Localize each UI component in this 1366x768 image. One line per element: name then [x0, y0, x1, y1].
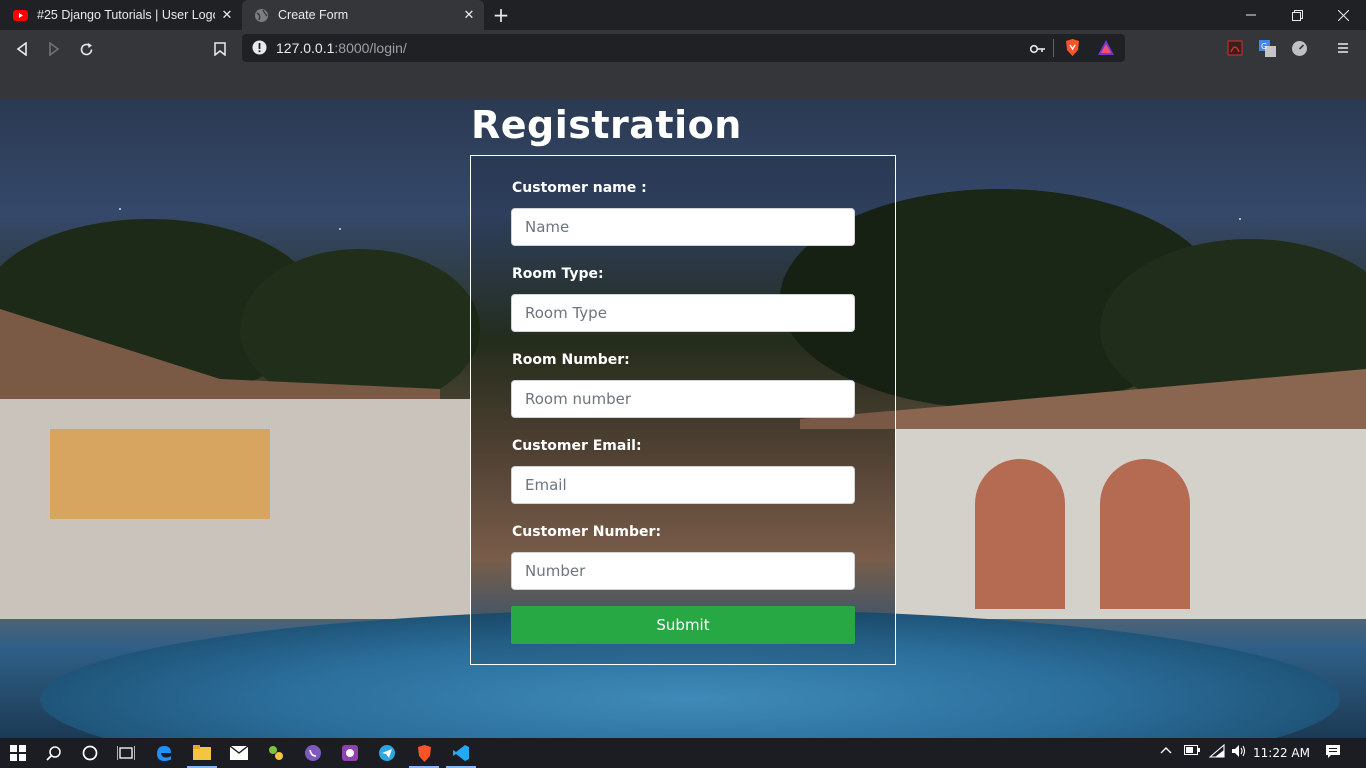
notification-icon[interactable] — [1325, 744, 1341, 762]
windows-taskbar: 11:22 AM — [0, 738, 1366, 768]
key-icon[interactable] — [1029, 41, 1046, 60]
customer-number-label: Customer Number: — [512, 524, 662, 540]
forward-button[interactable] — [43, 38, 65, 60]
url-path: :8000/login/ — [334, 40, 407, 56]
new-tab-button[interactable]: + — [490, 4, 512, 26]
page-viewport: Registration Customer name : Room Type: … — [0, 99, 1366, 738]
svg-text:G: G — [1261, 42, 1267, 51]
windows-start-icon[interactable] — [7, 742, 29, 764]
lit-window — [50, 429, 270, 519]
telegram-icon[interactable] — [376, 742, 398, 764]
tab-title: Create Form — [278, 8, 349, 22]
restore-button[interactable] — [1274, 0, 1320, 30]
app-icon[interactable] — [339, 742, 361, 764]
task-view-icon[interactable] — [115, 742, 137, 764]
customer-name-input[interactable] — [511, 208, 855, 246]
arch — [1100, 459, 1190, 609]
room-type-input[interactable] — [511, 294, 855, 332]
search-icon[interactable] — [43, 742, 65, 764]
youtube-icon — [13, 8, 28, 23]
edge-icon[interactable] — [153, 742, 175, 764]
vscode-icon[interactable] — [450, 742, 472, 764]
close-icon[interactable]: ✕ — [219, 7, 235, 23]
customer-number-input[interactable] — [511, 552, 855, 590]
bookmark-icon[interactable] — [209, 38, 231, 60]
url-host: 127.0.0.1 — [276, 40, 335, 56]
menu-icon[interactable] — [1334, 39, 1352, 57]
tab-youtube[interactable]: #25 Django Tutorials | User Logout ✕ — [0, 0, 242, 30]
submit-button[interactable]: Submit — [511, 606, 855, 644]
mail-icon[interactable] — [228, 742, 250, 764]
divider — [1053, 39, 1054, 57]
tab-strip: #25 Django Tutorials | User Logout ✕ Cre… — [0, 0, 1366, 30]
app-icon[interactable] — [265, 742, 287, 764]
reload-button[interactable] — [75, 38, 97, 60]
battery-icon[interactable] — [1184, 744, 1200, 758]
room-type-label: Room Type: — [512, 266, 604, 282]
customer-email-input[interactable] — [511, 466, 855, 504]
registration-form: Customer name : Room Type: Room Number: … — [470, 155, 896, 665]
volume-icon[interactable] — [1231, 744, 1247, 761]
pdf-extension-icon[interactable] — [1226, 39, 1244, 57]
brave-icon[interactable] — [413, 742, 435, 764]
tab-title: #25 Django Tutorials | User Logout — [37, 8, 215, 22]
translate-extension-icon[interactable]: G — [1258, 39, 1276, 57]
customer-name-label: Customer name : — [512, 180, 647, 196]
cortana-icon[interactable] — [79, 742, 101, 764]
wifi-icon[interactable] — [1208, 743, 1225, 761]
brave-rewards-icon[interactable] — [1097, 39, 1115, 60]
bookmark-bar — [0, 67, 1366, 99]
room-number-label: Room Number: — [512, 352, 630, 368]
close-window-button[interactable] — [1320, 0, 1366, 30]
minimize-button[interactable] — [1228, 0, 1274, 30]
arch — [975, 459, 1065, 609]
info-icon[interactable] — [252, 40, 267, 59]
brave-shield-icon[interactable] — [1064, 38, 1081, 61]
back-button[interactable] — [11, 38, 33, 60]
globe-icon — [254, 8, 269, 23]
speed-extension-icon[interactable] — [1290, 39, 1308, 57]
url-text: 127.0.0.1:8000/login/ — [276, 40, 407, 56]
room-number-input[interactable] — [511, 380, 855, 418]
clock[interactable]: 11:22 AM — [1253, 746, 1310, 760]
chevron-up-icon[interactable] — [1160, 744, 1172, 758]
file-explorer-icon[interactable] — [191, 742, 213, 764]
close-icon[interactable]: ✕ — [461, 7, 477, 23]
tab-create-form[interactable]: Create Form ✕ — [242, 0, 484, 30]
page-title: Registration — [471, 103, 742, 147]
viber-icon[interactable] — [302, 742, 324, 764]
customer-email-label: Customer Email: — [512, 438, 642, 454]
address-bar[interactable]: 127.0.0.1:8000/login/ — [242, 34, 1125, 62]
